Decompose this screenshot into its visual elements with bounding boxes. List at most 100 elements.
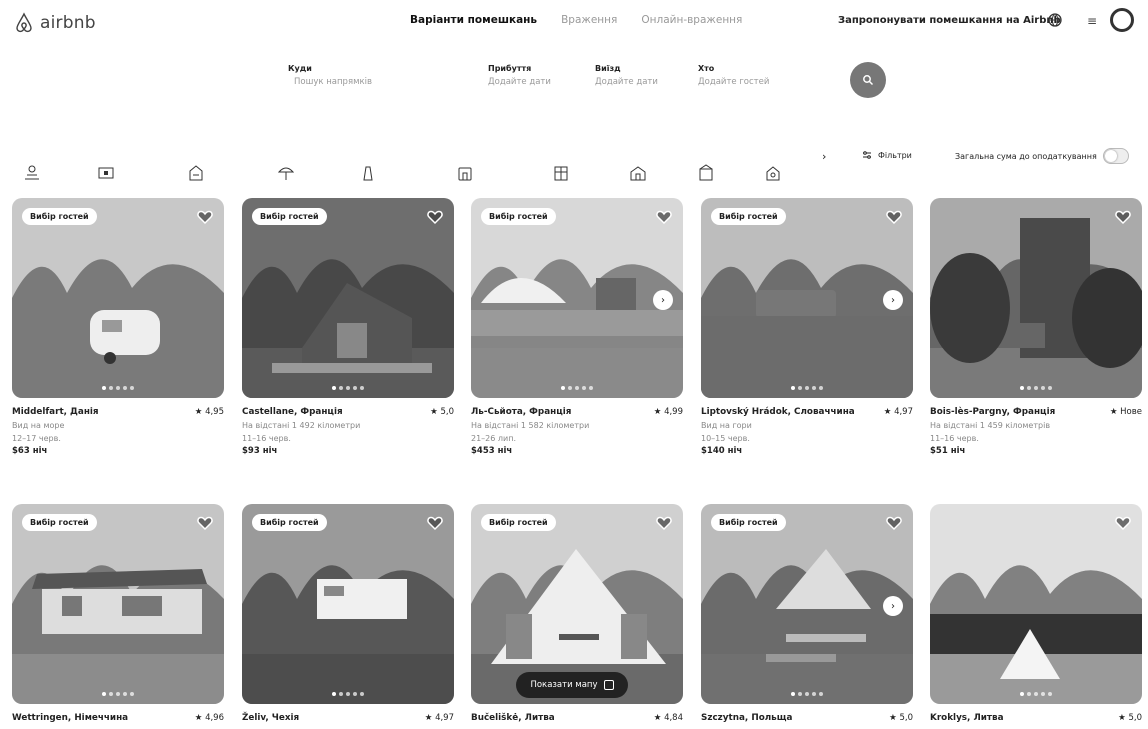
listing-card[interactable]: Вибір гостей › Liptovský Hrádok, Словаччи… — [701, 198, 913, 458]
become-host-link[interactable]: Запропонувати помешкання на Airbnb — [838, 15, 1061, 26]
tiny-home-icon[interactable] — [455, 163, 475, 183]
listing-photo[interactable]: Вибір гостей › — [471, 198, 683, 398]
heart-icon[interactable] — [885, 514, 903, 532]
listing-distance: На відстані 1 582 кілометри — [471, 421, 590, 430]
cabin-icon[interactable] — [96, 163, 116, 183]
listing-card[interactable]: Вибір гостей Wettringen, Німеччина ★ 4,9… — [12, 504, 224, 725]
checkin-field[interactable]: Прибуття Додайте дати — [488, 64, 551, 87]
tab-stays[interactable]: Варіанти помешкань — [410, 14, 537, 26]
mansion-icon[interactable] — [628, 163, 648, 183]
photo-dots — [561, 386, 593, 390]
listing-title: Middelfart, Данія — [12, 407, 99, 417]
heart-icon[interactable] — [196, 208, 214, 226]
chevron-right-icon: › — [891, 600, 895, 612]
tax-toggle-switch[interactable] — [1102, 148, 1129, 164]
checkin-input[interactable]: Додайте дати — [488, 77, 551, 87]
listing-info: Wettringen, Німеччина ★ 4,96 — [12, 712, 224, 725]
filters-button[interactable]: Фільтри — [862, 150, 912, 160]
guests-field[interactable]: Хто Додайте гостей — [698, 64, 769, 87]
user-avatar[interactable] — [1110, 8, 1134, 32]
listing-rating: ★ 4,84 — [653, 713, 683, 723]
search-icon — [863, 75, 874, 86]
filters-icon — [863, 151, 871, 159]
beach-icon[interactable] — [276, 163, 296, 183]
photo-dots — [1020, 692, 1052, 696]
listing-card[interactable]: Kroklys, Литва ★ 5,0 — [930, 504, 1142, 725]
where-input[interactable]: Пошук напрямків — [294, 77, 372, 87]
listing-card[interactable]: Вибір гостей › Ль-Сьйота, Франція ★ 4,99 Н… — [471, 198, 683, 458]
tab-online-experiences[interactable]: Онлайн-враження — [641, 14, 742, 26]
guest-favorite-badge: Вибір гостей — [711, 514, 786, 531]
heart-icon[interactable] — [885, 208, 903, 226]
listing-photo[interactable]: Вибір гостей › — [701, 198, 913, 398]
photo-dots — [102, 692, 134, 696]
listing-rating: ★ 4,96 — [194, 713, 224, 723]
listing-card[interactable]: Вибір гостей Middelfart, Данія ★ 4,95 Вид… — [12, 198, 224, 458]
chevron-right-icon: › — [891, 294, 895, 306]
heart-icon[interactable] — [1114, 208, 1132, 226]
where-field[interactable]: Куди Пошук напрямків — [288, 64, 372, 87]
listing-rating: ★ 5,0 — [430, 407, 454, 417]
pool-icon[interactable] — [22, 163, 42, 183]
search-bar: Куди Пошук напрямків Прибуття Додайте да… — [260, 56, 888, 106]
guest-favorite-badge: Вибір гостей — [22, 514, 97, 531]
hamburger-menu-icon[interactable]: ≡ — [1087, 15, 1097, 27]
guests-label: Хто — [698, 64, 715, 73]
tax-toggle-row: Загальна сума до оподаткування — [955, 148, 1129, 164]
photo-dots — [332, 386, 364, 390]
checkout-field[interactable]: Виїзд Додайте дати — [595, 64, 658, 87]
listing-title: Szczytna, Польща — [701, 713, 793, 723]
listing-title: Liptovský Hrádok, Словаччина — [701, 407, 855, 417]
next-photo-button[interactable]: › — [883, 290, 903, 310]
listing-rating: ★ 5,0 — [1118, 713, 1142, 723]
heart-icon[interactable] — [426, 208, 444, 226]
listing-dates: 11–16 черв. — [930, 434, 979, 443]
next-photo-button[interactable]: › — [883, 596, 903, 616]
listing-photo[interactable]: Вибір гостей — [242, 504, 454, 704]
photo-dots — [791, 386, 823, 390]
listing-photo[interactable]: Вибір гостей › — [701, 504, 913, 704]
castle-icon[interactable] — [358, 163, 378, 183]
heart-icon[interactable] — [655, 208, 673, 226]
listing-photo[interactable] — [930, 198, 1142, 398]
tab-experiences[interactable]: Враження — [561, 14, 617, 26]
listing-dates: 21–26 лип. — [471, 434, 516, 443]
listing-photo[interactable]: Вибір гостей — [12, 198, 224, 398]
listing-card[interactable]: Bois-lès-Pargny, Франція ★ Нове На відста… — [930, 198, 1142, 458]
globe-icon[interactable] — [1047, 12, 1063, 28]
lake-icon[interactable] — [763, 163, 783, 183]
countryside-icon[interactable] — [551, 163, 571, 183]
photo-dots — [102, 386, 134, 390]
listing-photo[interactable]: Вибір гостей — [242, 198, 454, 398]
logo-text: airbnb — [40, 13, 96, 33]
listing-title: Kroklys, Литва — [930, 713, 1004, 723]
heart-icon[interactable] — [196, 514, 214, 532]
guest-favorite-badge: Вибір гостей — [252, 208, 327, 225]
category-next-icon[interactable]: › — [822, 150, 826, 163]
listing-photo[interactable] — [930, 504, 1142, 704]
heart-icon[interactable] — [655, 514, 673, 532]
heart-icon[interactable] — [1114, 514, 1132, 532]
heart-icon[interactable] — [426, 514, 444, 532]
category-bar — [0, 163, 800, 193]
next-photo-button[interactable]: › — [653, 290, 673, 310]
farm-icon[interactable] — [186, 163, 206, 183]
show-map-button[interactable]: Показати мапу — [516, 672, 628, 698]
map-icon — [603, 680, 614, 690]
checkout-input[interactable]: Додайте дати — [595, 77, 658, 87]
listing-card[interactable]: Вибір гостей Castellane, Франція ★ 5,0 На… — [242, 198, 454, 458]
guests-input[interactable]: Додайте гостей — [698, 77, 769, 87]
photo-dots — [791, 692, 823, 696]
listing-rating: ★ 4,95 — [194, 407, 224, 417]
show-map-label: Показати мапу — [530, 680, 598, 690]
search-button[interactable] — [850, 62, 886, 98]
listing-dates: 10–15 черв. — [701, 434, 750, 443]
listing-card[interactable]: Вибір гостей Želiv, Чехія ★ 4,97 — [242, 504, 454, 725]
top-header: airbnb Варіанти помешкань Враження Онлай… — [0, 0, 1148, 50]
airbnb-logo[interactable]: airbnb — [12, 11, 96, 35]
listing-distance: На відстані 1 492 кілометри — [242, 421, 361, 430]
listing-card[interactable]: Вибір гостей › Szczytna, Польща ★ 5,0 — [701, 504, 913, 725]
checkin-label: Прибуття — [488, 64, 532, 73]
camping-icon[interactable] — [696, 163, 716, 183]
listing-photo[interactable]: Вибір гостей — [12, 504, 224, 704]
